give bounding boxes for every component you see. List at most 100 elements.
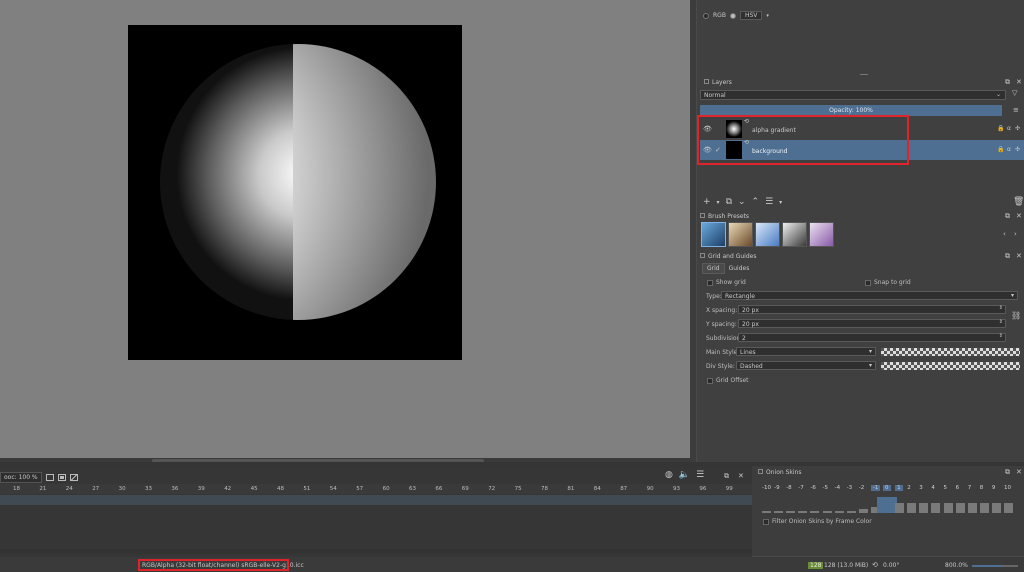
alpha-icon[interactable]: α (1007, 125, 1011, 132)
onion-opacity-bar[interactable] (786, 511, 796, 513)
delete-layer-icon[interactable]: 🗑 (1013, 197, 1024, 207)
div-color-swatch[interactable] (881, 362, 1020, 370)
onion-frame-number[interactable]: 4 (931, 485, 935, 491)
onion-frame-number[interactable]: -4 (835, 485, 840, 491)
onion-frame-number[interactable]: -3 (847, 485, 852, 491)
blend-mode-select[interactable]: Normal ⌄ (700, 90, 1006, 100)
div-style-select[interactable]: Dashed ▾ (736, 361, 876, 370)
brush-preset-2[interactable] (728, 222, 753, 247)
memory-badge[interactable]: 128 (808, 562, 824, 569)
onion-frame-number[interactable]: -10 (762, 485, 771, 491)
onion-opacity-bar[interactable] (967, 503, 977, 513)
close-icon[interactable]: ✕ (738, 472, 744, 480)
move-down-icon[interactable]: ⌄ (738, 197, 746, 207)
float-panel-icon[interactable]: ⧉ (1005, 252, 1010, 261)
onion-opacity-bar[interactable] (943, 503, 953, 513)
onion-opacity-bar[interactable] (810, 511, 820, 513)
float-panel-icon[interactable]: ⧉ (724, 472, 729, 481)
onion-frame-number[interactable]: 7 (968, 485, 972, 491)
show-grid-option[interactable]: Show grid (707, 279, 746, 286)
chevron-right-icon[interactable]: › (1014, 230, 1017, 238)
float-panel-icon[interactable]: ⧉ (1005, 212, 1010, 221)
onion-frame-number[interactable]: 0 (883, 485, 891, 491)
close-icon[interactable]: ✕ (1016, 78, 1022, 86)
grid-offset-checkbox[interactable] (707, 377, 713, 384)
onion-opacity-bar[interactable] (895, 503, 905, 513)
onion-opacity-bar[interactable] (991, 503, 1001, 513)
close-icon[interactable]: ✕ (1016, 212, 1022, 220)
hsv-select[interactable]: HSV (739, 11, 763, 20)
timeline-track[interactable] (0, 495, 752, 505)
onion-frame-number[interactable]: 6 (956, 485, 960, 491)
onion-frame-number[interactable]: 9 (992, 485, 996, 491)
main-style-select[interactable]: Lines ▾ (736, 347, 876, 356)
inherit-alpha-icon[interactable]: ✣ (1015, 125, 1020, 132)
alpha-icon[interactable]: α (1007, 146, 1011, 153)
chevron-down-icon[interactable]: ▾ (717, 199, 720, 206)
grid-offset-option[interactable]: Grid Offset (707, 377, 749, 384)
onion-opacity-bar[interactable] (762, 511, 771, 513)
onion-frame-number[interactable]: 8 (980, 485, 984, 491)
onion-frame-number[interactable]: 2 (907, 485, 911, 491)
onion-opacity-bar[interactable] (1004, 503, 1013, 513)
spinner-icon[interactable]: ⇕ (999, 333, 1003, 339)
link-spacing-icon[interactable]: ⛓ (1011, 311, 1021, 320)
menu-icon[interactable]: ≡ (1013, 106, 1019, 114)
layer-properties-icon[interactable]: ☰ (765, 197, 773, 207)
float-panel-icon[interactable]: ⧉ (1005, 78, 1010, 87)
brush-preset-4[interactable] (782, 222, 807, 247)
onion-skin-icon[interactable]: ◍ (665, 470, 673, 480)
x-spacing-input[interactable]: 20 px ⇕ (738, 305, 1006, 314)
close-icon[interactable]: ✕ (1016, 252, 1022, 260)
onion-opacity-bar[interactable] (774, 511, 784, 513)
onion-opacity-bar[interactable] (877, 497, 897, 513)
move-up-icon[interactable]: ⌃ (752, 197, 760, 207)
add-layer-icon[interactable]: + (703, 197, 711, 207)
dock-splitter[interactable] (860, 74, 868, 75)
brush-preset-3[interactable] (755, 222, 780, 247)
timeline-scrollbar[interactable] (0, 549, 752, 554)
onion-opacity-bar[interactable] (858, 509, 868, 513)
audio-icon[interactable]: 🔈 (679, 470, 690, 480)
snap-to-grid-option[interactable]: Snap to grid (865, 279, 911, 286)
snap-to-grid-checkbox[interactable] (865, 279, 871, 286)
close-icon[interactable]: ✕ (1016, 468, 1022, 476)
onion-opacity-bar[interactable] (979, 503, 989, 513)
onion-frame-number[interactable]: -1 (870, 485, 881, 491)
tab-guides[interactable]: Guides (725, 264, 754, 273)
onion-frame-number[interactable]: -5 (823, 485, 828, 491)
onion-opacity-bar[interactable] (798, 511, 808, 513)
onion-frame-number[interactable]: -6 (810, 485, 815, 491)
main-color-swatch[interactable] (881, 348, 1020, 356)
filter-icon[interactable]: ▽ (1012, 89, 1017, 97)
onion-opacity-bar[interactable] (846, 511, 856, 513)
tab-grid[interactable]: Grid (702, 263, 725, 274)
onion-opacity-bar[interactable] (834, 511, 844, 513)
filter-onion-checkbox[interactable] (763, 518, 769, 525)
document-canvas[interactable] (128, 25, 462, 360)
onion-opacity-bar[interactable] (822, 511, 832, 513)
inherit-alpha-icon[interactable]: ✣ (1015, 146, 1020, 153)
onion-frame-number[interactable]: 1 (895, 485, 903, 491)
spinner-icon[interactable]: ⇕ (999, 319, 1003, 325)
lock-icon[interactable]: 🔒 (997, 125, 1004, 132)
onion-frame-number[interactable]: -8 (786, 485, 791, 491)
onion-frame-number[interactable]: 5 (944, 485, 948, 491)
onion-opacity-bar[interactable] (955, 503, 965, 513)
grid-type-select[interactable]: Rectangle ▾ (721, 291, 1018, 300)
onion-frame-number[interactable]: 10 (1004, 485, 1011, 491)
filter-onion-option[interactable]: Filter Onion Skins by Frame Color (763, 518, 872, 525)
rotate-icon[interactable]: ⟲ (872, 561, 878, 569)
onion-frame-number[interactable]: -9 (774, 485, 779, 491)
frame-view-icon[interactable] (45, 474, 54, 481)
zoom-slider[interactable] (972, 565, 1018, 567)
frame-ruler[interactable] (0, 484, 752, 494)
rgb-radio[interactable] (703, 12, 709, 19)
duplicate-layer-icon[interactable]: ⧉ (726, 197, 732, 207)
y-spacing-input[interactable]: 20 px ⇕ (738, 319, 1006, 328)
spinner-icon[interactable]: ⇕ (999, 305, 1003, 311)
chevron-down-icon[interactable]: ▾ (779, 199, 782, 206)
onion-opacity-bar[interactable] (907, 503, 917, 513)
frame-fill-icon[interactable] (57, 474, 66, 481)
menu-icon[interactable]: ☰ (696, 470, 704, 480)
